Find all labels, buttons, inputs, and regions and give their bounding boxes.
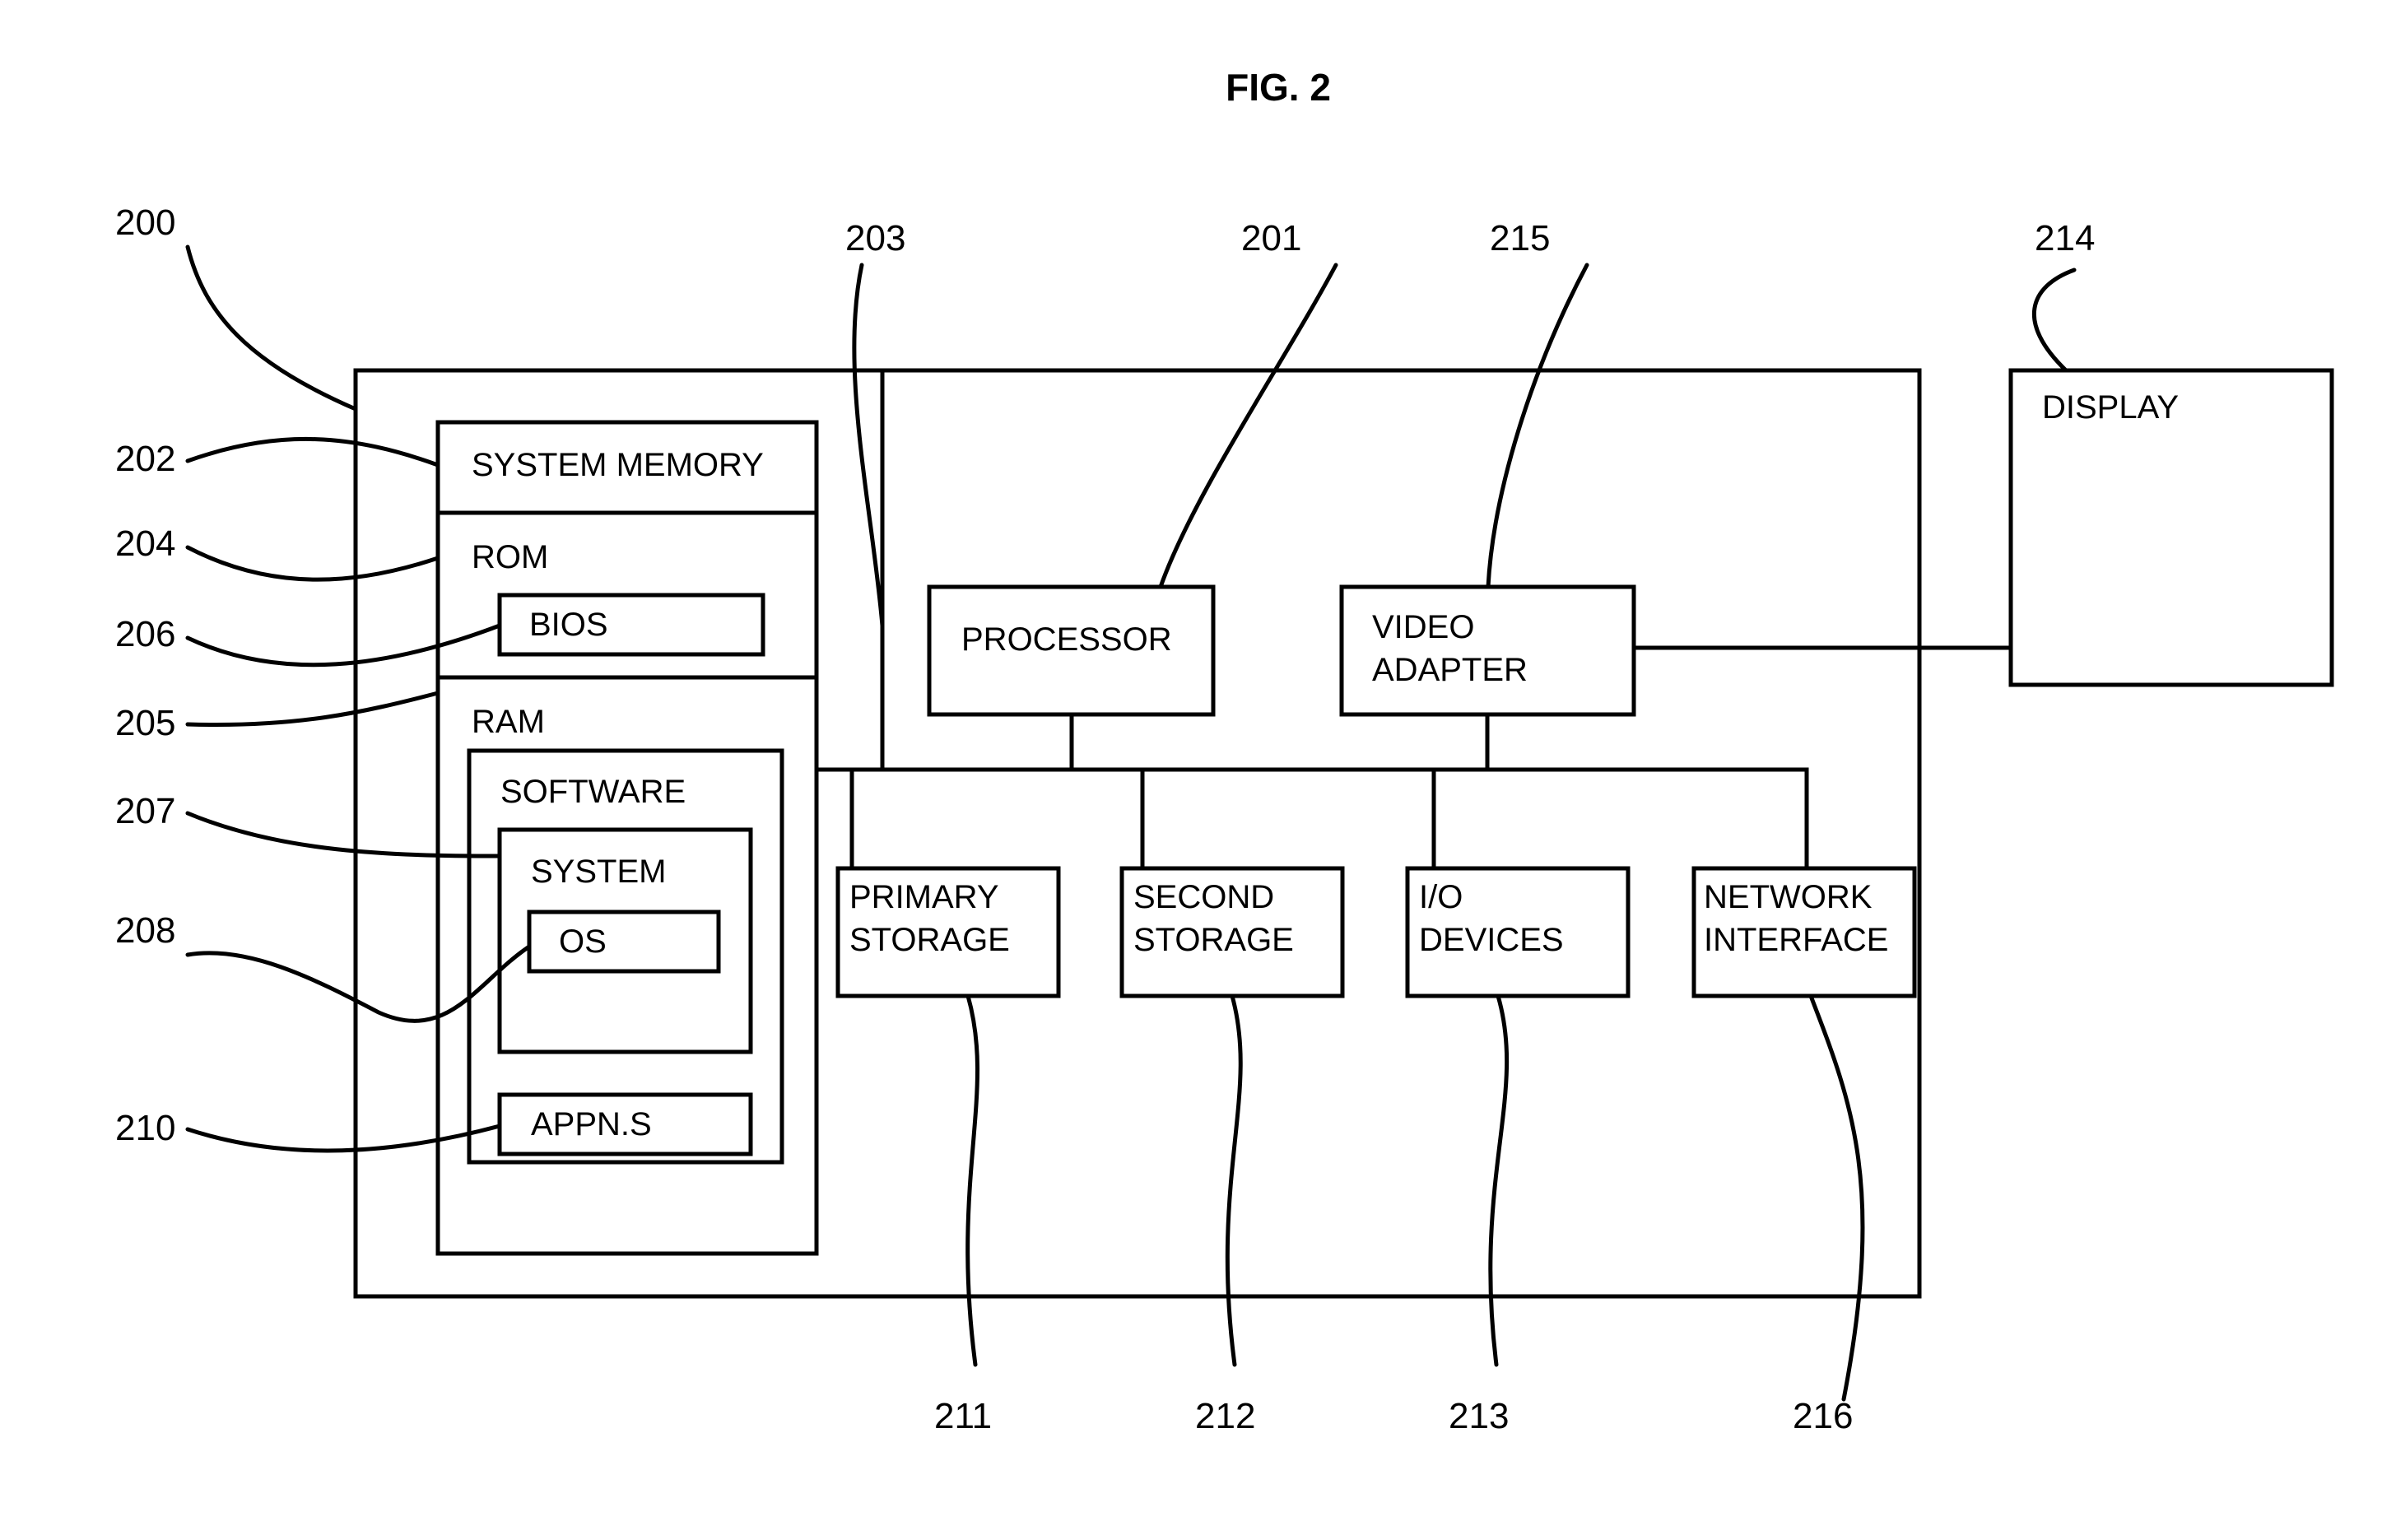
fig2-block-diagram: FIG. 2 SYSTEM MEMORY ROM BIOS RAM SOFTWA… (115, 66, 2334, 1436)
ref-202-label: 202 (115, 439, 175, 479)
ram-label: RAM (472, 704, 545, 740)
system-memory-label: SYSTEM MEMORY (472, 447, 764, 483)
os-box (527, 910, 721, 974)
rom-label: ROM (472, 539, 548, 575)
figure-title: FIG. 2 (1226, 66, 1331, 109)
ref-201-label: 201 (1241, 218, 1301, 258)
bios-label: BIOS (529, 607, 608, 643)
io-devices-label-line1: I/O (1419, 879, 1463, 915)
ref-211-label: 211 (934, 1396, 992, 1436)
os-label: OS (559, 924, 607, 960)
primary-storage-label-line1: PRIMARY (849, 879, 999, 915)
ref-204-label: 204 (115, 523, 175, 564)
ref-207-label: 207 (115, 791, 175, 831)
software-label: SOFTWARE (500, 774, 686, 810)
system-label: SYSTEM (531, 854, 666, 890)
ref-210-label: 210 (115, 1108, 175, 1148)
ref-214-label: 214 (2035, 218, 2095, 258)
video-adapter-label-line1: VIDEO (1372, 609, 1474, 645)
processor-label: PROCESSOR (961, 621, 1172, 658)
ref-206-label: 206 (115, 614, 175, 654)
figure-canvas: FIG. 2 SYSTEM MEMORY ROM BIOS RAM SOFTWA… (0, 0, 2396, 1540)
second-storage-label-line2: STORAGE (1133, 922, 1294, 958)
appns-label: APPN.S (531, 1106, 652, 1142)
video-adapter-box (1339, 584, 1636, 717)
ref-205-label: 205 (115, 703, 175, 743)
ref-212-label: 212 (1195, 1396, 1255, 1436)
ref-213-label: 213 (1449, 1396, 1509, 1436)
ref-200-label: 200 (115, 202, 175, 243)
ref-215-label: 215 (1490, 218, 1550, 258)
ref-208-label: 208 (115, 910, 175, 951)
network-interface-label-line2: INTERFACE (1704, 922, 1888, 958)
network-interface-label-line1: NETWORK (1704, 879, 1873, 915)
display-label: DISPLAY (2042, 389, 2179, 426)
ref-200-leader (185, 244, 358, 412)
video-adapter-label-line2: ADAPTER (1372, 652, 1528, 688)
ref-214-leader (2031, 268, 2077, 373)
ref-216-label: 216 (1793, 1396, 1853, 1436)
second-storage-label-line1: SECOND (1133, 879, 1274, 915)
ref-203-label: 203 (845, 218, 905, 258)
primary-storage-label-line2: STORAGE (849, 922, 1010, 958)
io-devices-label-line2: DEVICES (1419, 922, 1564, 958)
